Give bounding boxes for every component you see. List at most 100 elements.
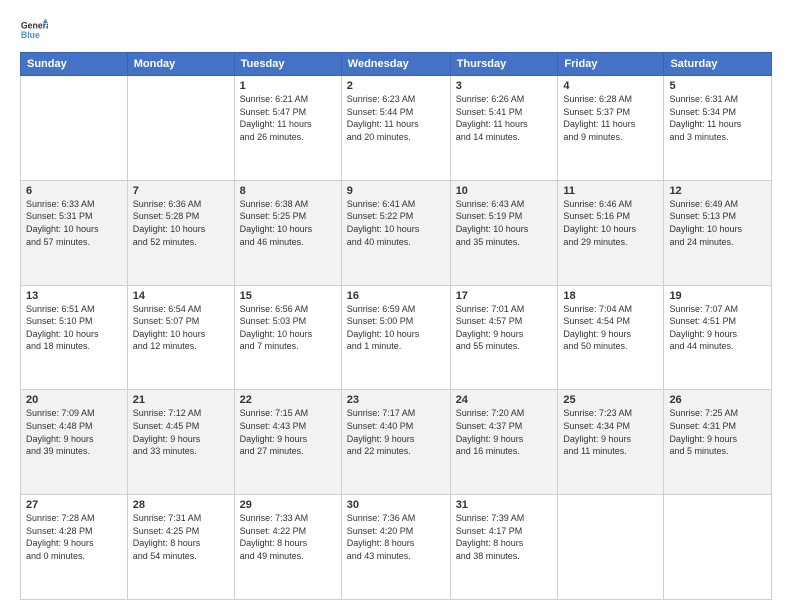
day-number: 3 [456,80,553,92]
calendar-cell: 23Sunrise: 7:17 AM Sunset: 4:40 PM Dayli… [341,390,450,495]
calendar-cell: 6Sunrise: 6:33 AM Sunset: 5:31 PM Daylig… [21,180,128,285]
day-info: Sunrise: 7:07 AM Sunset: 4:51 PM Dayligh… [669,303,766,353]
week-row-2: 6Sunrise: 6:33 AM Sunset: 5:31 PM Daylig… [21,180,772,285]
calendar-cell [21,76,128,181]
day-number: 2 [347,80,445,92]
calendar-cell: 19Sunrise: 7:07 AM Sunset: 4:51 PM Dayli… [664,285,772,390]
day-info: Sunrise: 7:39 AM Sunset: 4:17 PM Dayligh… [456,512,553,562]
calendar-cell: 28Sunrise: 7:31 AM Sunset: 4:25 PM Dayli… [127,495,234,600]
day-info: Sunrise: 7:12 AM Sunset: 4:45 PM Dayligh… [133,407,229,457]
day-number: 23 [347,394,445,406]
day-info: Sunrise: 6:49 AM Sunset: 5:13 PM Dayligh… [669,198,766,248]
day-number: 25 [563,394,658,406]
calendar-body: 1Sunrise: 6:21 AM Sunset: 5:47 PM Daylig… [21,76,772,600]
calendar-cell: 17Sunrise: 7:01 AM Sunset: 4:57 PM Dayli… [450,285,558,390]
calendar-cell: 3Sunrise: 6:26 AM Sunset: 5:41 PM Daylig… [450,76,558,181]
col-header-friday: Friday [558,53,664,76]
day-info: Sunrise: 6:21 AM Sunset: 5:47 PM Dayligh… [240,93,336,143]
day-number: 8 [240,185,336,197]
calendar-cell [127,76,234,181]
calendar-cell: 12Sunrise: 6:49 AM Sunset: 5:13 PM Dayli… [664,180,772,285]
day-number: 11 [563,185,658,197]
calendar-cell: 7Sunrise: 6:36 AM Sunset: 5:28 PM Daylig… [127,180,234,285]
day-number: 19 [669,290,766,302]
calendar-cell: 2Sunrise: 6:23 AM Sunset: 5:44 PM Daylig… [341,76,450,181]
day-info: Sunrise: 6:56 AM Sunset: 5:03 PM Dayligh… [240,303,336,353]
week-row-1: 1Sunrise: 6:21 AM Sunset: 5:47 PM Daylig… [21,76,772,181]
calendar-table: SundayMondayTuesdayWednesdayThursdayFrid… [20,52,772,600]
calendar-page: General Blue SundayMondayTuesdayWednesda… [0,0,792,612]
calendar-cell: 8Sunrise: 6:38 AM Sunset: 5:25 PM Daylig… [234,180,341,285]
day-number: 29 [240,499,336,511]
calendar-cell [664,495,772,600]
day-info: Sunrise: 6:23 AM Sunset: 5:44 PM Dayligh… [347,93,445,143]
day-number: 24 [456,394,553,406]
day-info: Sunrise: 6:33 AM Sunset: 5:31 PM Dayligh… [26,198,122,248]
calendar-cell: 20Sunrise: 7:09 AM Sunset: 4:48 PM Dayli… [21,390,128,495]
week-row-4: 20Sunrise: 7:09 AM Sunset: 4:48 PM Dayli… [21,390,772,495]
day-info: Sunrise: 7:28 AM Sunset: 4:28 PM Dayligh… [26,512,122,562]
day-number: 22 [240,394,336,406]
calendar-cell [558,495,664,600]
day-number: 4 [563,80,658,92]
day-number: 1 [240,80,336,92]
day-number: 10 [456,185,553,197]
day-number: 20 [26,394,122,406]
calendar-cell: 13Sunrise: 6:51 AM Sunset: 5:10 PM Dayli… [21,285,128,390]
calendar-cell: 1Sunrise: 6:21 AM Sunset: 5:47 PM Daylig… [234,76,341,181]
day-number: 5 [669,80,766,92]
day-number: 18 [563,290,658,302]
day-number: 30 [347,499,445,511]
day-number: 12 [669,185,766,197]
day-number: 15 [240,290,336,302]
calendar-cell: 29Sunrise: 7:33 AM Sunset: 4:22 PM Dayli… [234,495,341,600]
day-number: 27 [26,499,122,511]
logo-icon: General Blue [20,16,48,44]
col-header-wednesday: Wednesday [341,53,450,76]
day-info: Sunrise: 7:17 AM Sunset: 4:40 PM Dayligh… [347,407,445,457]
day-info: Sunrise: 6:51 AM Sunset: 5:10 PM Dayligh… [26,303,122,353]
day-info: Sunrise: 7:25 AM Sunset: 4:31 PM Dayligh… [669,407,766,457]
header: General Blue [20,16,772,44]
day-number: 16 [347,290,445,302]
col-header-tuesday: Tuesday [234,53,341,76]
day-info: Sunrise: 7:01 AM Sunset: 4:57 PM Dayligh… [456,303,553,353]
calendar-cell: 30Sunrise: 7:36 AM Sunset: 4:20 PM Dayli… [341,495,450,600]
day-number: 17 [456,290,553,302]
week-row-3: 13Sunrise: 6:51 AM Sunset: 5:10 PM Dayli… [21,285,772,390]
calendar-cell: 21Sunrise: 7:12 AM Sunset: 4:45 PM Dayli… [127,390,234,495]
day-info: Sunrise: 6:43 AM Sunset: 5:19 PM Dayligh… [456,198,553,248]
calendar-cell: 14Sunrise: 6:54 AM Sunset: 5:07 PM Dayli… [127,285,234,390]
calendar-cell: 5Sunrise: 6:31 AM Sunset: 5:34 PM Daylig… [664,76,772,181]
day-number: 31 [456,499,553,511]
day-info: Sunrise: 6:26 AM Sunset: 5:41 PM Dayligh… [456,93,553,143]
day-info: Sunrise: 7:36 AM Sunset: 4:20 PM Dayligh… [347,512,445,562]
day-info: Sunrise: 6:59 AM Sunset: 5:00 PM Dayligh… [347,303,445,353]
calendar-cell: 27Sunrise: 7:28 AM Sunset: 4:28 PM Dayli… [21,495,128,600]
day-info: Sunrise: 6:41 AM Sunset: 5:22 PM Dayligh… [347,198,445,248]
column-header-row: SundayMondayTuesdayWednesdayThursdayFrid… [21,53,772,76]
calendar-cell: 18Sunrise: 7:04 AM Sunset: 4:54 PM Dayli… [558,285,664,390]
day-info: Sunrise: 7:15 AM Sunset: 4:43 PM Dayligh… [240,407,336,457]
calendar-cell: 22Sunrise: 7:15 AM Sunset: 4:43 PM Dayli… [234,390,341,495]
logo: General Blue [20,16,48,44]
calendar-cell: 9Sunrise: 6:41 AM Sunset: 5:22 PM Daylig… [341,180,450,285]
day-info: Sunrise: 6:54 AM Sunset: 5:07 PM Dayligh… [133,303,229,353]
day-number: 14 [133,290,229,302]
day-info: Sunrise: 7:09 AM Sunset: 4:48 PM Dayligh… [26,407,122,457]
calendar-cell: 11Sunrise: 6:46 AM Sunset: 5:16 PM Dayli… [558,180,664,285]
col-header-saturday: Saturday [664,53,772,76]
day-info: Sunrise: 6:31 AM Sunset: 5:34 PM Dayligh… [669,93,766,143]
day-number: 7 [133,185,229,197]
day-number: 13 [26,290,122,302]
calendar-cell: 25Sunrise: 7:23 AM Sunset: 4:34 PM Dayli… [558,390,664,495]
calendar-cell: 31Sunrise: 7:39 AM Sunset: 4:17 PM Dayli… [450,495,558,600]
day-info: Sunrise: 7:20 AM Sunset: 4:37 PM Dayligh… [456,407,553,457]
day-info: Sunrise: 6:28 AM Sunset: 5:37 PM Dayligh… [563,93,658,143]
day-info: Sunrise: 7:04 AM Sunset: 4:54 PM Dayligh… [563,303,658,353]
day-info: Sunrise: 6:36 AM Sunset: 5:28 PM Dayligh… [133,198,229,248]
calendar-cell: 15Sunrise: 6:56 AM Sunset: 5:03 PM Dayli… [234,285,341,390]
day-info: Sunrise: 7:33 AM Sunset: 4:22 PM Dayligh… [240,512,336,562]
day-number: 21 [133,394,229,406]
calendar-cell: 4Sunrise: 6:28 AM Sunset: 5:37 PM Daylig… [558,76,664,181]
